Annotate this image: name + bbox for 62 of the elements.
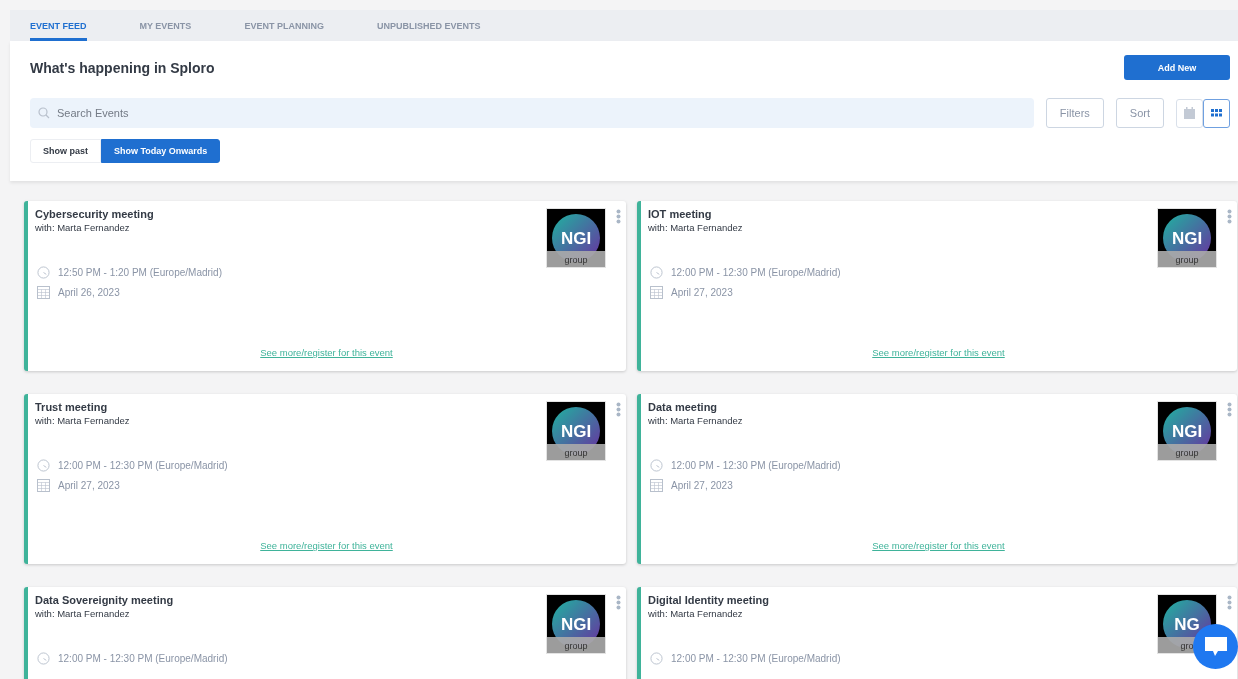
event-time: 12:50 PM - 1:20 PM (Europe/Madrid) xyxy=(58,267,222,278)
more-options-icon[interactable] xyxy=(1227,402,1232,417)
logo-drawing: NGI group xyxy=(1157,208,1217,268)
more-options-icon[interactable] xyxy=(1227,595,1232,610)
event-title: Data meeting xyxy=(648,401,719,413)
event-date: April 27, 2023 xyxy=(671,286,733,298)
calendar-icon xyxy=(37,478,50,492)
register-link[interactable]: See more/register for this event xyxy=(872,347,1005,358)
calendar-icon xyxy=(1184,107,1195,119)
more-options-icon[interactable] xyxy=(1227,209,1232,224)
calendar-icon xyxy=(37,285,50,299)
grid-view-button[interactable] xyxy=(1203,98,1230,128)
clock-icon xyxy=(650,652,663,665)
logo-drawing: NGI group xyxy=(546,401,606,461)
event-date: April 26, 2023 xyxy=(58,286,120,298)
event-title: Digital Identity meeting xyxy=(648,594,769,606)
register-link[interactable]: See more/register for this event xyxy=(872,540,1005,551)
event-title: IOT meeting xyxy=(648,208,713,220)
page-heading: What's happening in Sploro xyxy=(30,59,215,76)
clock-icon xyxy=(37,266,50,279)
more-options-icon[interactable] xyxy=(616,402,621,417)
range-toggle-button[interactable]: Show past xyxy=(30,139,101,163)
more-options-icon[interactable] xyxy=(616,209,621,224)
event-time: 12:00 PM - 12:30 PM (Europe/Madrid) xyxy=(58,460,228,471)
clock-icon xyxy=(37,459,50,472)
event-date: April 27, 2023 xyxy=(671,479,733,491)
clock-icon xyxy=(650,459,663,472)
filters-button[interactable]: Filters xyxy=(1045,98,1104,128)
more-options-icon[interactable] xyxy=(616,595,621,610)
event-time: 12:00 PM - 12:30 PM (Europe/Madrid) xyxy=(58,653,228,664)
tab[interactable]: EVENT PLANNING xyxy=(244,10,324,41)
tab[interactable]: UNPUBLISHED EVENTS xyxy=(376,10,481,41)
event-title: Cybersecurity meeting xyxy=(35,208,154,220)
search-field[interactable]: Search Events xyxy=(30,98,1034,128)
register-link[interactable]: See more/register for this event xyxy=(260,347,393,358)
event-time: 12:00 PM - 12:30 PM (Europe/Madrid) xyxy=(671,653,841,664)
search-icon xyxy=(38,107,50,119)
calendar-icon xyxy=(650,478,663,492)
event-host: with: Marta Fernandez xyxy=(648,222,743,233)
event-host: with: Marta Fernandez xyxy=(35,608,131,619)
event-host: with: Marta Fernandez xyxy=(648,415,743,426)
clock-icon xyxy=(650,266,663,279)
event-title: Trust meeting xyxy=(35,401,109,413)
logo-drawing: NGI group xyxy=(546,208,606,268)
logo-drawing: NGI group xyxy=(1157,401,1217,461)
range-toggle-button[interactable]: Show Today Onwards xyxy=(101,139,221,163)
event-time: 12:00 PM - 12:30 PM (Europe/Madrid) xyxy=(671,267,841,278)
tab[interactable]: MY EVENTS xyxy=(139,10,192,41)
calendar-icon xyxy=(650,285,663,299)
event-host: with: Marta Fernandez xyxy=(35,415,130,426)
chat-icon xyxy=(1204,636,1227,657)
event-host: with: Marta Fernandez xyxy=(35,222,131,233)
add-new-button[interactable]: Add New xyxy=(1124,55,1230,80)
sort-button[interactable]: Sort xyxy=(1115,98,1164,128)
event-date: April 27, 2023 xyxy=(58,479,120,491)
grid-icon xyxy=(1211,109,1222,117)
clock-icon xyxy=(37,652,50,665)
event-host: with: Marta Fernandez xyxy=(648,608,744,619)
event-time: 12:00 PM - 12:30 PM (Europe/Madrid) xyxy=(671,460,841,471)
register-link[interactable]: See more/register for this event xyxy=(260,540,393,551)
event-title: Data Sovereignity meeting xyxy=(35,594,174,606)
logo-drawing: NGI group xyxy=(546,594,606,654)
